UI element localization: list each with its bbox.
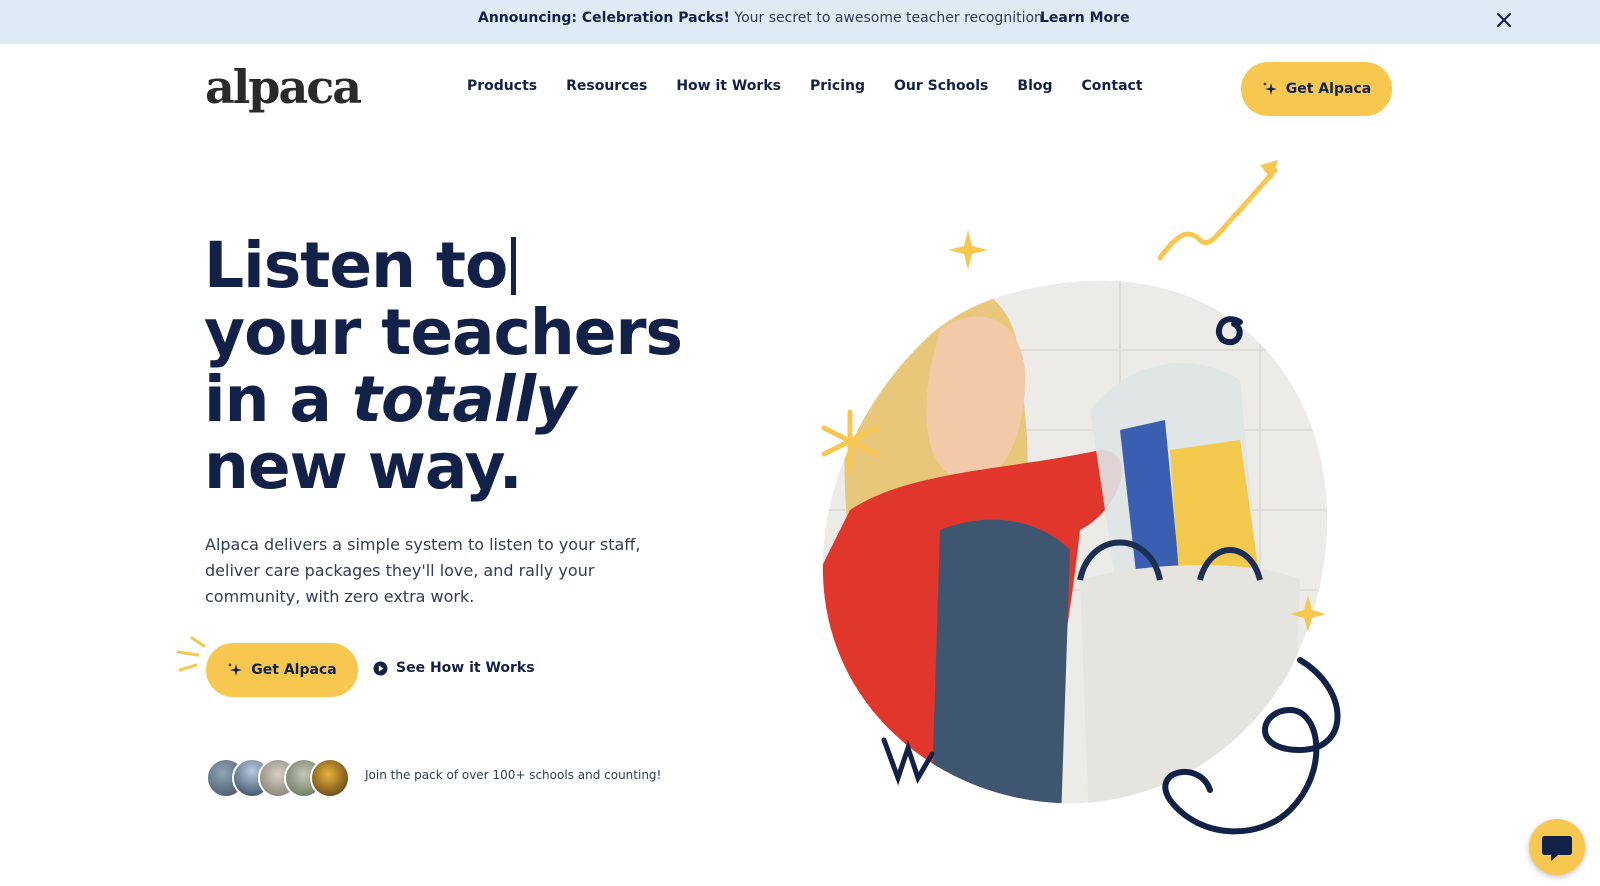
nav-our-schools[interactable]: Our Schools [894,78,988,94]
chat-icon [1542,836,1572,861]
chat-button[interactable] [1529,819,1585,875]
hero-description: Alpaca delivers a simple system to liste… [205,535,641,606]
nav-how-it-works[interactable]: How it Works [676,78,781,94]
announcement-label: Announcing: Celebration Packs! [478,10,730,26]
hero-title-line-1: Listen to [204,229,508,302]
see-how-label: See How it Works [396,660,535,676]
hero-illustration [821,160,1341,835]
hero-title: Listen to your teachers in a totally new… [204,229,683,503]
nav-products[interactable]: Products [467,78,537,94]
nav-contact[interactable]: Contact [1082,78,1143,94]
sparkle-icon [1262,82,1277,95]
hero-title-line-4: new way. [204,430,523,503]
hero-title-line-3: in a [204,363,352,436]
hero-get-alpaca-button[interactable]: Get Alpaca [206,643,358,697]
hero-title-line-2: your teachers [204,296,683,369]
hero-title-emphasis: totally [351,363,576,436]
typing-cursor [511,237,517,295]
header-cta-label: Get Alpaca [1285,81,1372,97]
sparkle-icon [228,663,243,676]
learn-more-link[interactable]: Learn More [1040,10,1130,26]
accent-lines-icon [176,636,206,672]
nav-blog[interactable]: Blog [1017,78,1052,94]
announcement-message: Announcing: Celebration Packs! Your secr… [478,10,1043,26]
logo[interactable]: alpaca [205,60,362,114]
nav-pricing[interactable]: Pricing [810,78,865,94]
avatar [310,758,350,798]
hero-cta-label: Get Alpaca [251,662,337,678]
play-icon [373,661,388,675]
main-nav: Products Resources How it Works Pricing … [467,78,1172,94]
social-proof-text: Join the pack of over 100+ schools and c… [365,768,662,782]
announcement-text: Your secret to awesome teacher recogniti… [734,10,1043,26]
school-avatars [206,758,351,798]
close-icon[interactable] [1492,8,1516,32]
announcement-bar: Announcing: Celebration Packs! Your secr… [0,0,1600,44]
header-get-alpaca-button[interactable]: Get Alpaca [1241,62,1392,116]
see-how-it-works-link[interactable]: See How it Works [373,660,535,676]
nav-resources[interactable]: Resources [566,78,647,94]
